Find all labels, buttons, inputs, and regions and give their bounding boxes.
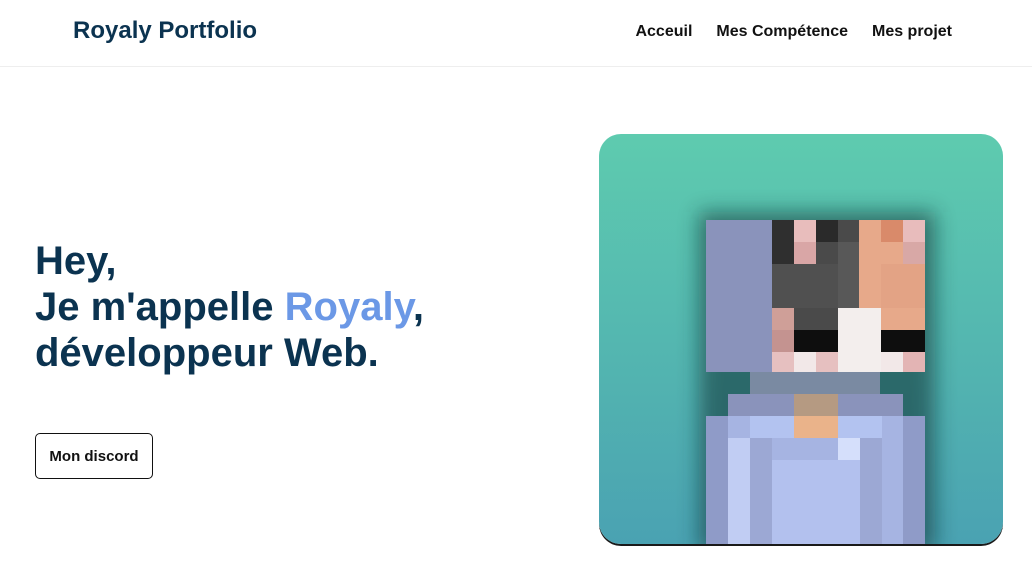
nav-link-competences[interactable]: Mes Compétence <box>716 23 848 41</box>
hero-heading: Hey, Je m'appelle Royaly, développeur We… <box>35 238 424 376</box>
brand-logo-link[interactable]: Royaly Portfolio <box>73 17 257 45</box>
hero-name-highlight: Royaly <box>284 285 413 329</box>
pixel-avatar-image <box>699 212 935 544</box>
discord-button[interactable]: Mon discord <box>35 433 153 479</box>
nav-link-projets[interactable]: Mes projet <box>872 23 952 41</box>
hero-line-name-prefix: Je m'appelle <box>35 285 285 329</box>
navbar: Royaly Portfolio Acceuil Mes Compétence … <box>0 0 1032 67</box>
hero-line-greeting: Hey, <box>35 239 117 283</box>
hero-line-role: développeur Web. <box>35 331 379 375</box>
avatar-card <box>599 134 1003 544</box>
hero-line-name-suffix: , <box>412 285 424 329</box>
nav-link-acceuil[interactable]: Acceuil <box>635 23 692 41</box>
main-nav: Acceuil Mes Compétence Mes projet <box>635 23 952 41</box>
